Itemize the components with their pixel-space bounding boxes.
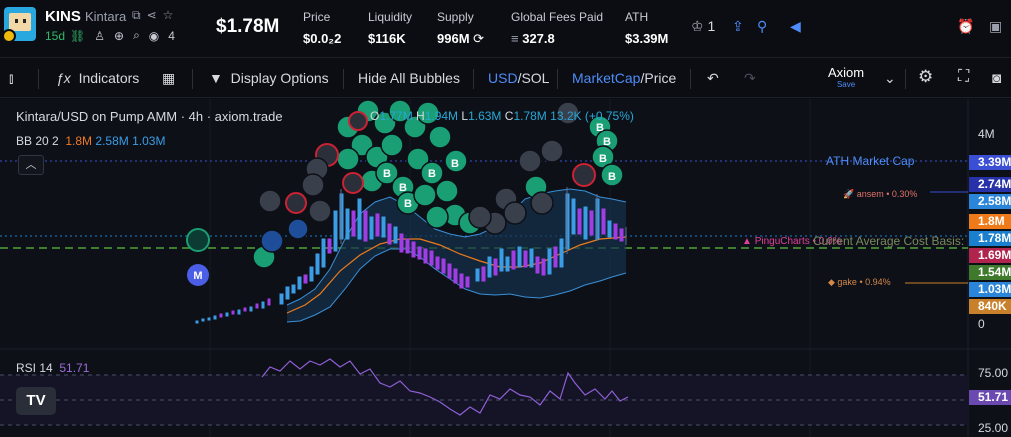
price-box-current: 1.78M — [969, 231, 1011, 246]
svg-text:M: M — [193, 270, 202, 282]
search-icon[interactable]: ⌕ — [133, 28, 140, 43]
settings-icon[interactable]: ⚙ — [918, 67, 933, 87]
pin-icon[interactable]: ⚲ — [757, 18, 767, 35]
ath-label: ATH Market Cap — [826, 154, 915, 168]
chart-toolbar: ⫾ ƒx Indicators ▦ ▼ Display Options Hide… — [0, 59, 1011, 98]
token-symbol: KINS — [45, 8, 81, 25]
user-icon[interactable]: ♙ — [94, 29, 105, 43]
fx-icon: ƒx — [56, 70, 71, 86]
layout-icon[interactable]: ▣ — [989, 18, 1002, 35]
megaphone-icon[interactable]: ◀ — [790, 18, 801, 35]
price-tick: 4M — [978, 127, 995, 141]
token-age: 15d — [45, 29, 66, 43]
rsi-tick: 75.00 — [978, 366, 1009, 380]
redo-icon[interactable]: ↷ — [744, 70, 756, 87]
fullscreen-icon[interactable]: ⛶ — [958, 68, 969, 86]
svg-text:B: B — [451, 158, 459, 170]
market-cap-display: $1.78M — [216, 16, 280, 37]
share-icon[interactable]: ⋖ — [147, 8, 157, 23]
price-box: 3.39M — [969, 155, 1011, 170]
indicators-button[interactable]: ƒx Indicators — [56, 70, 139, 86]
svg-text:B: B — [428, 168, 436, 180]
price-box: 840K — [969, 299, 1011, 314]
metric-toggle[interactable]: MarketCap/Price — [572, 70, 676, 86]
stat-supply: Supply 996M ⟳ — [437, 10, 485, 46]
layout-select[interactable]: Axiom Save — [828, 65, 864, 89]
svg-text:B: B — [383, 168, 391, 180]
chevron-down-icon[interactable]: ⌄ — [884, 70, 896, 87]
share-up-icon[interactable]: ⇪ — [732, 18, 744, 35]
link-icon[interactable]: ⛓ — [70, 29, 85, 43]
pump-badge-icon — [4, 29, 16, 41]
chart-canvas[interactable]: B BB BBB B BB M — [0, 99, 1011, 437]
copy-icon[interactable]: ⧉ — [132, 8, 141, 23]
solana-icon: ≡ — [511, 31, 519, 46]
stat-global-fees: Global Fees Paid ≡ 327.8 — [511, 10, 604, 46]
svg-text:B: B — [599, 153, 607, 165]
price-box: 1.8M — [969, 214, 1011, 229]
star-icon[interactable]: ☆ — [163, 8, 174, 23]
svg-text:B: B — [404, 198, 412, 210]
hide-bubbles-button[interactable]: Hide All Bubbles — [358, 70, 460, 86]
stat-ath: ATH $3.39M — [625, 10, 669, 46]
svg-text:B: B — [399, 182, 407, 194]
token-header: KINS Kintara ⧉ ⋖ ☆ 15d ⛓ ♙ ⊕ ⌕ ◉ 4 $1.78… — [0, 0, 1011, 58]
price-box: 1.69M — [969, 248, 1011, 263]
token-name: Kintara — [85, 9, 127, 24]
stat-liquidity: Liquidity $116K — [368, 10, 413, 46]
bollinger-legend[interactable]: BB 20 2 1.8M 2.58M 1.03M — [16, 134, 165, 148]
trader-tag-gake[interactable]: ◆ gake • 0.94% — [828, 277, 891, 288]
svg-text:B: B — [608, 171, 616, 183]
rsi-current-box: 51.71 — [969, 390, 1011, 405]
price-box: 1.03M — [969, 282, 1011, 297]
candle-type-icon[interactable]: ⫾ — [9, 70, 13, 87]
cost-basis-label: Current Average Cost Basis: — [813, 234, 965, 248]
tradingview-logo-icon[interactable]: TV — [16, 387, 56, 415]
rsi-legend[interactable]: RSI 14 51.71 — [16, 361, 89, 375]
display-options-button[interactable]: ▼ Display Options — [209, 70, 329, 86]
caret-down-icon: ▼ — [209, 70, 223, 86]
price-chart[interactable]: BBB BBB BBB M Kintara/USD on Pump AMM · … — [0, 99, 1011, 437]
token-avatar[interactable] — [4, 7, 36, 41]
svg-text:B: B — [596, 122, 604, 134]
camera-icon[interactable]: ◙ — [992, 70, 1001, 87]
chart-title: Kintara/USD on Pump AMM · 4h · axiom.tra… — [16, 109, 283, 124]
price-box: 2.74M — [969, 177, 1011, 192]
stat-price: Price $0.0₂2 — [303, 10, 342, 46]
ohlc-readout: O1.77M H1.94M L1.63M C1.78M 13.2K (+0.75… — [370, 109, 634, 123]
crown-icon[interactable]: ♔ 1 — [691, 18, 715, 35]
eye-icon[interactable]: ◉ — [149, 29, 159, 43]
refresh-icon[interactable]: ⟳ — [473, 31, 484, 46]
watchers-count: 4 — [168, 28, 175, 43]
currency-toggle[interactable]: USD/SOL — [488, 70, 549, 86]
svg-text:B: B — [603, 136, 611, 148]
globe-icon[interactable]: ⊕ — [114, 29, 124, 43]
trader-tag-ansem[interactable]: 🚀 ansem • 0.30% — [843, 189, 917, 200]
price-box: 2.58M — [969, 194, 1011, 209]
collapse-legend-button[interactable]: ︿ — [18, 155, 44, 175]
rsi-tick: 25.00 — [978, 421, 1009, 435]
undo-icon[interactable]: ↶ — [707, 70, 719, 87]
price-tick: 0 — [978, 317, 985, 331]
layouts-icon[interactable]: ▦ — [162, 70, 175, 87]
alarm-icon[interactable]: ⏰ — [957, 18, 974, 35]
price-box: 1.54M — [969, 265, 1011, 280]
